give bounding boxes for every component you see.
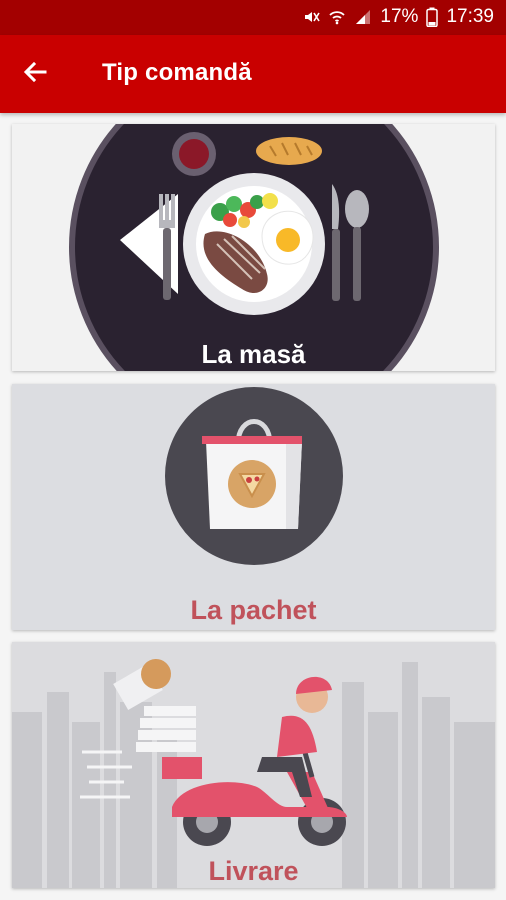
order-type-label: La pachet [190, 595, 317, 625]
app-bar: Tip comandă [0, 35, 506, 113]
back-button[interactable] [18, 57, 52, 91]
order-type-label: La masă [201, 339, 306, 369]
battery-icon [426, 7, 439, 27]
status-bar: 17% 17:39 [0, 0, 506, 35]
arrow-left-icon [22, 59, 48, 90]
takeaway-illustration [165, 387, 343, 565]
order-type-label: Livrare [208, 856, 299, 886]
order-type-delivery[interactable]: Livrare [12, 642, 495, 888]
status-time: 17:39 [446, 6, 494, 27]
mute-icon [302, 8, 321, 26]
wifi-icon [328, 8, 346, 26]
battery-percent: 17% [380, 6, 419, 27]
delivery-illustration [12, 659, 495, 888]
status-icons: 17% 17:39 [302, 6, 494, 28]
page-title: Tip comandă [102, 59, 252, 86]
order-type-takeaway[interactable]: La pachet [12, 384, 495, 630]
plate-illustration [69, 124, 439, 371]
order-type-dine-in[interactable]: La masă [12, 124, 495, 371]
signal-icon [354, 8, 372, 26]
